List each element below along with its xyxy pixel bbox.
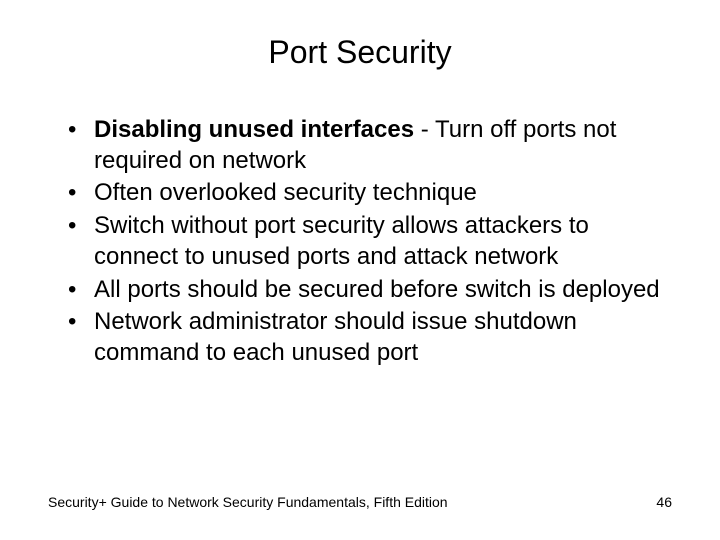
list-item: Disabling unused interfaces - Turn off p… (64, 115, 672, 176)
footer-source: Security+ Guide to Network Security Fund… (48, 494, 448, 510)
list-item: Network administrator should issue shutd… (64, 307, 672, 368)
bullet-text: All ports should be secured before switc… (94, 276, 660, 303)
bullet-list: Disabling unused interfaces - Turn off p… (64, 115, 672, 369)
list-item: Often overlooked security technique (64, 178, 672, 209)
slide-title: Port Security (48, 34, 672, 71)
content-area: Disabling unused interfaces - Turn off p… (48, 115, 672, 369)
footer: Security+ Guide to Network Security Fund… (48, 494, 672, 510)
bullet-text: Often overlooked security technique (94, 179, 477, 206)
bullet-text: Switch without port security allows atta… (94, 212, 589, 270)
list-item: Switch without port security allows atta… (64, 211, 672, 272)
page-number: 46 (656, 494, 672, 510)
slide: Port Security Disabling unused interface… (0, 0, 720, 540)
list-item: All ports should be secured before switc… (64, 275, 672, 306)
bullet-text: Network administrator should issue shutd… (94, 308, 577, 366)
bullet-bold: Disabling unused interfaces (94, 116, 414, 143)
